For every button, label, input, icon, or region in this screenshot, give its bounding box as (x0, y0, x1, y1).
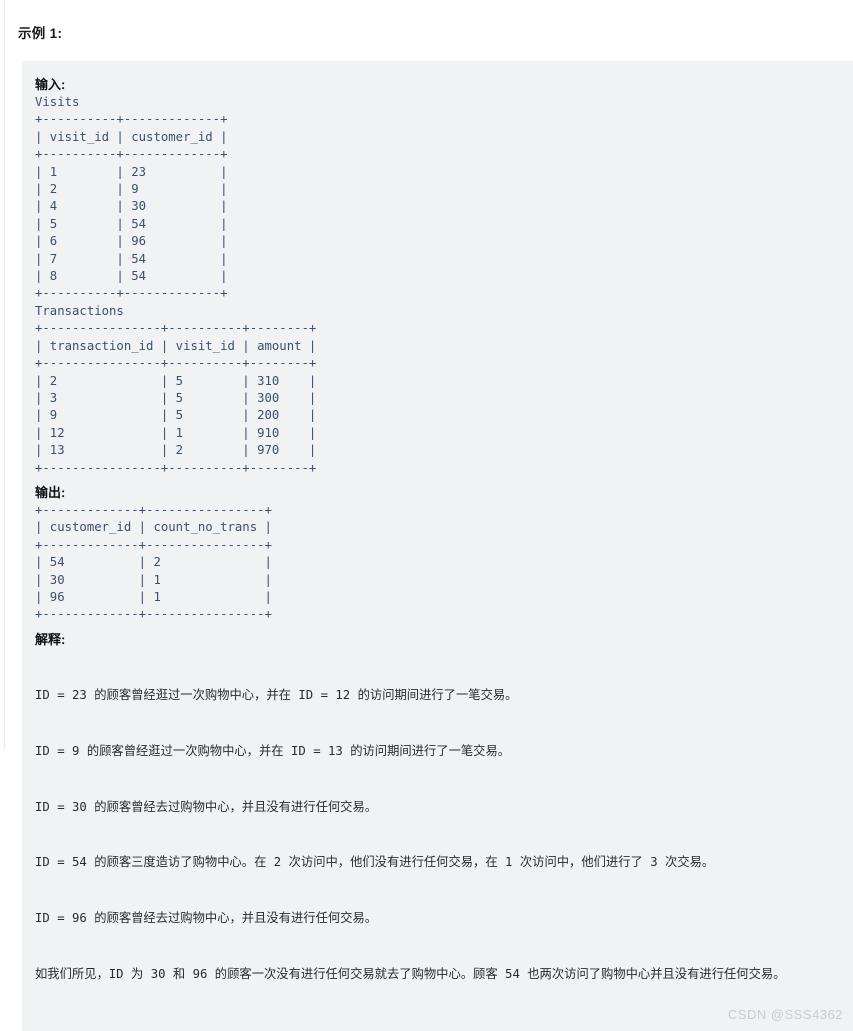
example-code-block: 输入: Visits +----------+-------------+ | … (22, 61, 853, 1031)
output-label: 输出: (35, 484, 66, 500)
visits-table-name: Visits (35, 95, 80, 109)
explanation-line: ID = 23 的顾客曾经逛过一次购物中心，并在 ID = 12 的访问期间进行… (35, 687, 518, 702)
transactions-table-name: Transactions (35, 303, 124, 318)
csdn-watermark: CSDN @SSS4362 (727, 1006, 843, 1022)
explanation-line: ID = 9 的顾客曾经逛过一次购物中心，并在 ID = 13 的访问期间进行了… (35, 743, 511, 758)
explanation-line: ID = 30 的顾客曾经去过购物中心，并且没有进行任何交易。 (35, 799, 378, 814)
explanation-text: ID = 23 的顾客曾经逛过一次购物中心，并在 ID = 12 的访问期间进行… (22, 649, 853, 1021)
result-table: +-------------+----------------+ | custo… (35, 502, 272, 622)
explanation-line: ID = 96 的顾客曾经去过购物中心，并且没有进行任何交易。 (35, 911, 378, 926)
explanation-label: 解释: (35, 631, 66, 647)
page-title: 示例 1: (18, 26, 63, 41)
input-label: 输入: (35, 77, 66, 92)
transactions-table: +----------------+----------+--------+ |… (35, 321, 317, 475)
explanation-line: 如我们所见，ID 为 30 和 96 的顾客一次没有进行任何交易就去了购物中心。… (35, 966, 786, 981)
article-content: 示例 1: 输入: Visits +----------+-----------… (0, 0, 853, 1031)
explanation-line: ID = 54 的顾客三度造访了购物中心。在 2 次访问中，他们没有进行任何交易… (35, 855, 715, 870)
visits-table: +----------+-------------+ | visit_id | … (35, 112, 228, 301)
